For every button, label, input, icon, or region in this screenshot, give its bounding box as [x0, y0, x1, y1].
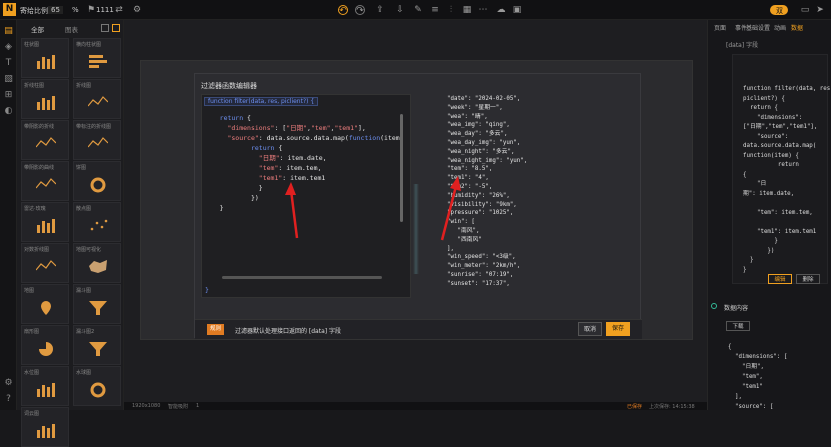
data-section-title: 数据内容	[724, 305, 749, 312]
component-card-icon	[37, 424, 55, 438]
panel-code-line: {	[743, 171, 747, 178]
panel-code-line: 期": item.date,	[743, 190, 795, 197]
data-content-line: ],	[728, 394, 742, 400]
panel-code-line: return	[743, 162, 799, 168]
panel-code-line: "tem": item.tem,	[743, 209, 813, 216]
panel-tab[interactable]: 动画	[774, 23, 786, 32]
data-content-line: "日期",	[728, 364, 765, 370]
panel-code-line: function(item) {	[743, 152, 799, 159]
delete-button[interactable]: 删除	[796, 274, 820, 284]
status-resolution: 1920x1080	[132, 403, 161, 409]
panel-tab[interactable]: 页面	[714, 23, 726, 32]
panel-code-line: }	[743, 238, 778, 244]
status-snap[interactable]: 智能吸附	[168, 403, 188, 410]
data-content-line: "tem1"	[728, 384, 763, 390]
edit-button[interactable]: 编辑	[768, 274, 792, 284]
panel-code-line: }	[743, 257, 754, 263]
status-time: 上次保存: 14:15:38	[649, 404, 695, 410]
download-button[interactable]: 下载	[726, 321, 750, 331]
data-content-line: "dimensions": [	[728, 354, 788, 360]
panel-code-line: return {	[743, 105, 778, 111]
panel-code-line: "dimensions":	[743, 114, 803, 121]
filter-code-box: function filter(data, res, piclient?) { r…	[732, 54, 831, 284]
data-content-line: "tem",	[728, 374, 763, 380]
data-content-line: "source": [	[728, 404, 774, 410]
component-card[interactable]: 词云图	[21, 407, 69, 447]
component-card-label: 词云图	[24, 411, 40, 417]
data-content-line: {	[728, 344, 732, 350]
panel-tab[interactable]: 数据	[791, 23, 803, 32]
panel-code-line: "source":	[743, 133, 789, 140]
panel-code-line: ["日期","tem","tem1"],	[743, 124, 818, 130]
panel-code-line: data.source.data.map(	[743, 143, 817, 149]
panel-code-line: function filter(data, res,	[743, 86, 831, 92]
panel-code-line: })	[743, 247, 775, 254]
field-note: [data] 字段	[726, 42, 759, 49]
status-bar: 1920x1080 智能吸附 1 已保存 上次保存: 14:15:38	[124, 402, 707, 410]
properties-panel: 页面 事件 基础设置 动画 数据 [data] 字段 function filter(d…	[707, 20, 831, 410]
panel-tab[interactable]: 基础设置	[746, 23, 770, 32]
panel-code-line: "tem1": item.tem1	[743, 228, 817, 235]
status-zoom: 1	[196, 403, 200, 409]
panel-code-line: piclient?) {	[743, 95, 785, 102]
data-section-dot	[711, 303, 717, 309]
panel-code-line: "日	[743, 181, 767, 187]
panel-code-line: }	[743, 266, 747, 273]
status-saved: 已保存	[627, 404, 643, 410]
